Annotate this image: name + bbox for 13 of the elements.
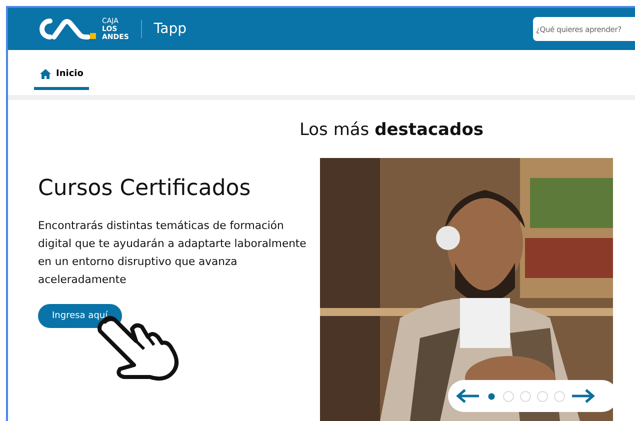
app-name: Tapp <box>154 21 187 37</box>
carousel-dot[interactable] <box>503 390 514 402</box>
cta-button[interactable]: Ingresa aquí <box>38 304 122 328</box>
carousel-dot[interactable] <box>537 390 548 402</box>
carousel-dot[interactable] <box>520 390 531 402</box>
feature-title: Cursos Certificados <box>38 176 252 201</box>
home-icon <box>40 69 51 79</box>
section-title: Los más destacados <box>298 120 484 142</box>
carousel-dot[interactable] <box>554 390 565 402</box>
arrow-left-icon[interactable] <box>456 388 480 404</box>
feature-description: Encontrarás distintas temáticas de formación digital que te ayudarán a adaptarte laboralmente en un entorno disruptivo que avanza aceleradamente <box>38 218 308 288</box>
nav-tab[interactable]: Inicio <box>34 61 90 90</box>
arrow-right-icon[interactable] <box>571 388 595 404</box>
